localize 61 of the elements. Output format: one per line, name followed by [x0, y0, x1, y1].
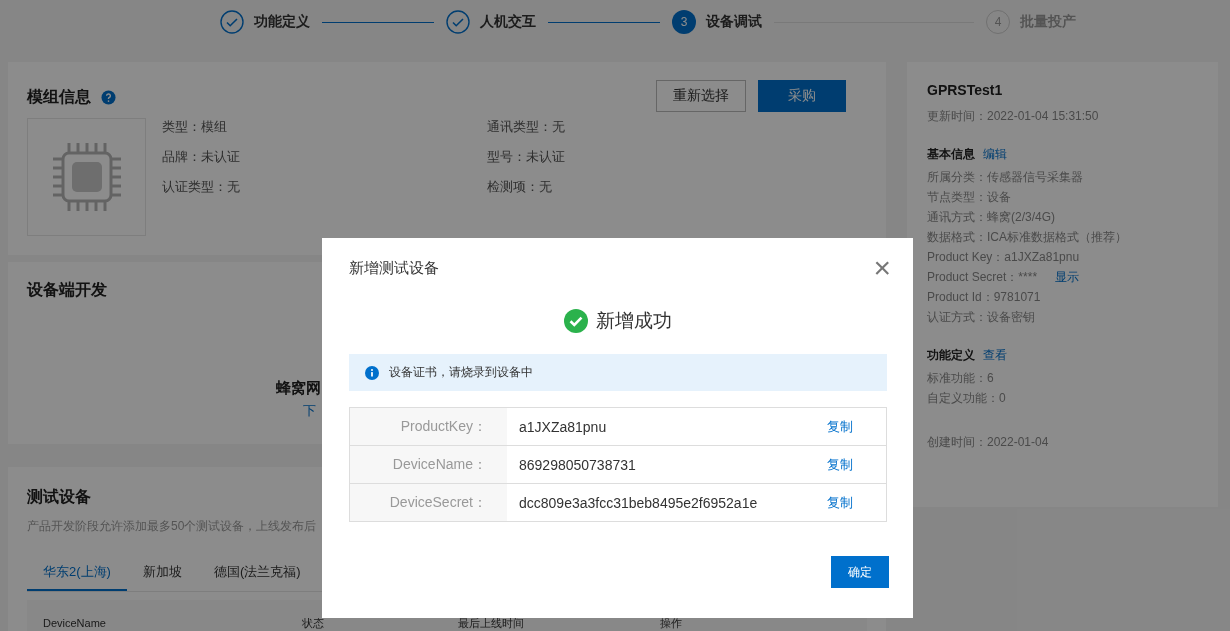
- purchase-button[interactable]: 采购: [758, 80, 846, 112]
- check-circle-icon: [446, 10, 470, 34]
- section-title: 功能定义: [927, 347, 975, 364]
- product-name: GPRSTest1: [927, 82, 1004, 98]
- info-line: Product Key：a1JXZa81pnu: [927, 249, 1080, 266]
- confirm-button[interactable]: 确定: [831, 556, 889, 588]
- column-header: 操作: [660, 618, 683, 629]
- info-line: 所属分类：传感器信号采集器: [927, 169, 1083, 186]
- step-label: 人机交互: [480, 13, 536, 31]
- step-label: 设备调试: [706, 13, 762, 31]
- section-title: 基本信息: [927, 146, 975, 163]
- created-time: 创建时间：2022-01-04: [927, 434, 1050, 451]
- column-header: 最后上线时间: [458, 618, 525, 629]
- credential-value: dcc809e3a3fcc31beb8495e2f6952a1e: [518, 494, 759, 511]
- update-time: 更新时间：2022-01-04 15:31:50: [927, 108, 1100, 125]
- column-header: 状态: [302, 618, 325, 629]
- module-field: 品牌：未认证: [162, 148, 487, 166]
- copy-link[interactable]: 复制: [827, 417, 886, 436]
- network-title: 蜂窝网: [276, 379, 321, 398]
- info-line: 通讯方式：蜂窝(2/3/4G): [927, 209, 1055, 226]
- copy-link[interactable]: 复制: [827, 455, 886, 474]
- column-header: DeviceName: [43, 618, 107, 629]
- info-line: 节点类型：设备: [927, 189, 1011, 206]
- credential-label: DeviceName：: [350, 446, 507, 483]
- card-title: 测试设备: [27, 488, 91, 505]
- dialog-title: 新增测试设备: [349, 258, 439, 278]
- region-tab[interactable]: 德国(法兰克福): [197, 559, 317, 591]
- close-button[interactable]: ×: [869, 255, 895, 281]
- credential-value: 869298050738731: [518, 456, 637, 473]
- success-message: 新增成功: [596, 309, 672, 333]
- check-circle-icon: [220, 10, 244, 34]
- module-field: 认证类型：无: [162, 178, 487, 196]
- credential-label: ProductKey：: [350, 408, 507, 445]
- module-field: 检测项：无: [487, 178, 687, 196]
- section-link[interactable]: 查看: [983, 347, 1007, 364]
- info-icon: [365, 365, 379, 380]
- show-link[interactable]: 显示: [1055, 267, 1080, 287]
- section-link[interactable]: 编辑: [983, 146, 1007, 163]
- region-tab[interactable]: 新加坡: [126, 559, 198, 591]
- module-field: 类型：模组: [162, 118, 487, 136]
- info-line: Product Id：9781071: [927, 289, 1041, 306]
- step-label: 功能定义: [254, 13, 310, 31]
- info-line: 数据格式：ICA标准数据格式（推荐）: [927, 229, 1127, 246]
- download-link[interactable]: 下: [303, 402, 316, 420]
- info-line: 认证方式：设备密钥: [927, 309, 1035, 326]
- module-field: 通讯类型：无: [487, 118, 687, 136]
- info-line: 标准功能：6: [927, 370, 994, 387]
- credential-value: a1JXZa81pnu: [518, 418, 608, 435]
- success-icon: [564, 309, 588, 333]
- info-line: 自定义功能：0: [927, 390, 1006, 407]
- info-line: Product Secret：****: [927, 269, 1038, 286]
- reselect-button[interactable]: 重新选择: [656, 80, 746, 112]
- step-number: 3: [672, 10, 696, 34]
- help-icon[interactable]: [101, 89, 116, 105]
- region-tab[interactable]: 华东2(上海): [27, 559, 127, 591]
- notice-text: 设备证书，请烧录到设备中: [389, 364, 533, 381]
- card-title: 设备端开发: [27, 281, 107, 298]
- card-title: 模组信息: [27, 86, 91, 107]
- credential-label: DeviceSecret：: [350, 484, 507, 521]
- copy-link[interactable]: 复制: [827, 493, 886, 512]
- module-field: 型号：未认证: [487, 148, 687, 166]
